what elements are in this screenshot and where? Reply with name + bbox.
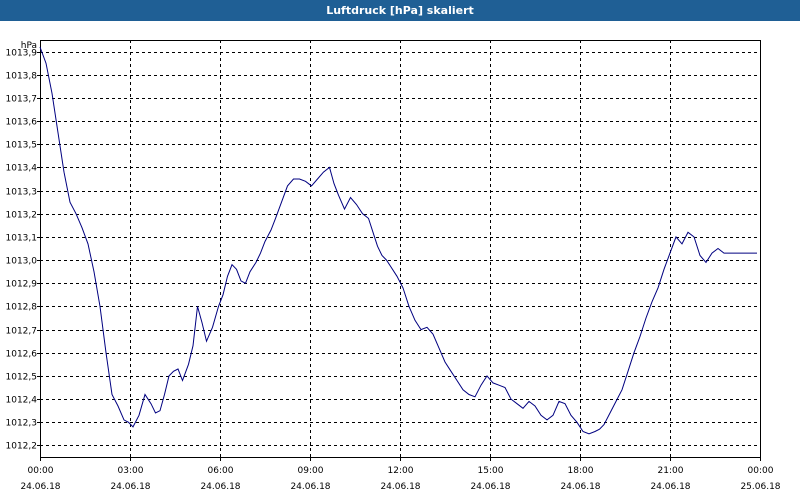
y-tick-label: 1012,6 <box>6 350 38 360</box>
series <box>39 46 757 435</box>
x-tick-time-label: 12:00 <box>388 466 414 476</box>
x-tick-date-label: 24.06.18 <box>380 482 420 492</box>
y-axis-unit-label: hPa <box>21 41 37 51</box>
x-tick-date-label: 24.06.18 <box>560 482 600 492</box>
y-tick-label: 1012,7 <box>6 327 38 337</box>
x-tick-time-label: 15:00 <box>478 466 504 476</box>
chart-area: 1012,2 1012,3 1012,4 1012,5 1012,6 1012,7 1012… <box>0 21 800 500</box>
y-tick-label: 1013,1 <box>6 234 38 244</box>
y-tick-label: 1013,6 <box>6 118 38 128</box>
x-tick-time-label: 00:00 <box>748 466 774 476</box>
y-tick-label: 1013,5 <box>6 141 38 151</box>
series-line <box>39 46 757 435</box>
x-tick-time-label: 18:00 <box>568 466 594 476</box>
x-tick-time-label: 06:00 <box>208 466 234 476</box>
chart-title-bar: Luftdruck [hPa] skaliert <box>0 0 800 21</box>
y-tick-label: 1012,5 <box>6 373 38 383</box>
grid <box>40 40 760 457</box>
y-tick-label: 1013,0 <box>6 257 38 267</box>
x-tick-date-label: 24.06.18 <box>20 482 60 492</box>
y-tick-label: 1013,4 <box>6 164 38 174</box>
x-tick-date-label: 24.06.18 <box>650 482 690 492</box>
y-tick-label: 1012,3 <box>6 419 38 429</box>
chart-title: Luftdruck [hPa] skaliert <box>326 4 474 17</box>
x-tick-time-label: 09:00 <box>298 466 324 476</box>
x-tick-date-label: 25.06.18 <box>740 482 780 492</box>
y-tick-label: 1012,4 <box>6 396 38 406</box>
y-tick-label: 1012,2 <box>6 442 38 452</box>
x-tick-date-label: 24.06.18 <box>290 482 330 492</box>
y-tick-label: 1012,9 <box>6 280 38 290</box>
y-tick-label: 1012,8 <box>6 303 38 313</box>
x-tick-time-label: 00:00 <box>28 466 54 476</box>
x-tick-date-label: 24.06.18 <box>200 482 240 492</box>
y-tick-label: 1013,8 <box>6 72 38 82</box>
y-tick-label: 1013,3 <box>6 188 38 198</box>
x-tick-time-label: 21:00 <box>658 466 684 476</box>
y-tick-label: 1013,2 <box>6 211 38 221</box>
axes <box>37 40 761 461</box>
x-tick-date-label: 24.06.18 <box>470 482 510 492</box>
y-tick-label: 1013,7 <box>6 95 38 105</box>
x-tick-date-label: 24.06.18 <box>110 482 150 492</box>
x-tick-time-label: 03:00 <box>118 466 144 476</box>
line-chart: 1012,2 1012,3 1012,4 1012,5 1012,6 1012,7 1012… <box>6 40 781 492</box>
